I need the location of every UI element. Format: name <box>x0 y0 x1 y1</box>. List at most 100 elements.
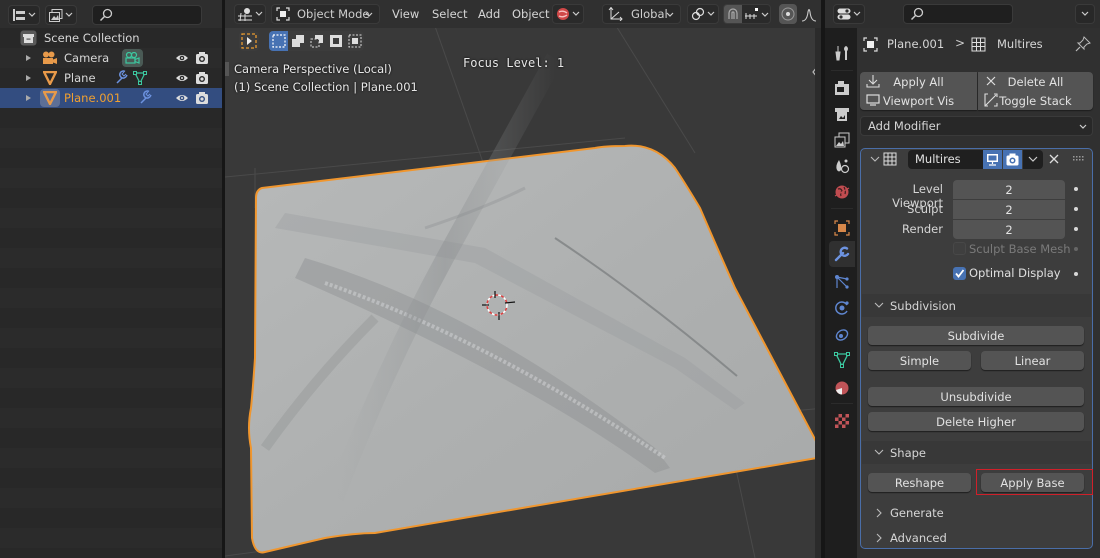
generate-subpanel-header[interactable]: Generate <box>862 501 1091 524</box>
keyframe-dot[interactable] <box>1074 227 1078 231</box>
subdivide-button[interactable]: Subdivide <box>868 326 1084 345</box>
menu-view[interactable]: View <box>392 7 419 21</box>
tab-material[interactable] <box>829 375 855 401</box>
subdivision-subpanel-header[interactable]: Subdivision <box>862 294 1091 317</box>
proportional-edit-toggle[interactable] <box>779 4 797 24</box>
wrench-icon[interactable] <box>138 90 152 105</box>
tab-particles[interactable] <box>829 269 855 295</box>
viewport-vis-button[interactable]: Viewport Vis <box>860 91 977 110</box>
mesh-data-icon[interactable] <box>133 71 147 85</box>
display-mode-dropdown[interactable] <box>8 5 40 25</box>
unsubdivide-button[interactable]: Unsubdivide <box>868 387 1084 406</box>
show-in-render-toggle[interactable] <box>1003 150 1022 169</box>
chevron-down-icon <box>255 11 263 16</box>
area-divider[interactable] <box>821 0 825 558</box>
select-invert-button[interactable] <box>326 31 345 51</box>
shape-subpanel-header[interactable]: Shape <box>862 441 1091 464</box>
eye-icon[interactable] <box>175 93 189 103</box>
camera-data-button[interactable] <box>122 49 143 67</box>
render-camera-icon[interactable] <box>195 91 209 105</box>
outliner-item-camera[interactable]: Camera <box>0 48 222 68</box>
add-modifier-dropdown[interactable]: Add Modifier <box>860 116 1093 136</box>
optimal-display-checkbox[interactable] <box>953 267 966 280</box>
outliner-item-scene-collection[interactable]: Scene Collection <box>0 28 222 48</box>
reshape-button[interactable]: Reshape <box>868 473 971 492</box>
render-camera-icon[interactable] <box>195 51 209 65</box>
wrench-icon[interactable] <box>114 70 128 85</box>
drag-handle-icon[interactable] <box>1073 156 1085 162</box>
keyframe-dot[interactable] <box>1074 247 1078 251</box>
render-level-field[interactable]: 2 <box>953 220 1065 239</box>
shading-dropdown[interactable] <box>552 4 584 24</box>
chevron-down-icon[interactable] <box>761 12 769 18</box>
select-extend-button[interactable] <box>288 31 307 51</box>
expand-arrow-icon[interactable] <box>26 75 31 81</box>
mode-dropdown[interactable]: Object Mode <box>271 4 380 24</box>
keyframe-dot[interactable] <box>1074 207 1078 211</box>
delete-higher-button[interactable]: Delete Higher <box>868 412 1084 431</box>
3d-viewport[interactable]: Object Mode View Select Add Object Globa… <box>225 0 821 558</box>
editor-type-dropdown[interactable] <box>833 4 865 24</box>
tab-physics[interactable] <box>829 295 855 321</box>
pivot-point-dropdown[interactable] <box>687 4 719 24</box>
tab-texture[interactable] <box>829 408 855 434</box>
toggle-stack-button[interactable]: Toggle Stack <box>978 91 1093 110</box>
toolbar-region-toggle[interactable] <box>225 62 229 76</box>
filter-dropdown[interactable] <box>45 5 77 25</box>
menu-object[interactable]: Object <box>512 7 549 21</box>
eye-icon[interactable] <box>175 53 189 63</box>
mesh-data-icon <box>834 352 850 368</box>
select-new-button[interactable] <box>269 31 288 51</box>
outliner-tree-icon <box>13 9 25 21</box>
apply-all-button[interactable]: Apply All <box>860 72 977 91</box>
modifier-name-input[interactable]: Multires <box>908 150 983 169</box>
eye-icon[interactable] <box>175 73 189 83</box>
sculpt-base-mesh-checkbox[interactable] <box>953 242 966 255</box>
outliner-item-plane[interactable]: Plane <box>0 68 222 88</box>
tab-scene[interactable] <box>829 153 855 179</box>
simple-button[interactable]: Simple <box>868 351 971 370</box>
tab-view-layer[interactable] <box>829 127 855 153</box>
show-in-viewport-toggle[interactable] <box>983 150 1002 169</box>
collapse-chevron-icon[interactable] <box>870 155 880 163</box>
snap-toggle[interactable] <box>724 5 742 23</box>
properties-editor-icon <box>837 8 851 20</box>
tab-object[interactable] <box>829 215 855 241</box>
sculpt-level-field[interactable]: 2 <box>953 200 1065 219</box>
expand-arrow-icon[interactable] <box>26 55 31 61</box>
tab-render[interactable] <box>829 75 855 101</box>
snap-increment-icon[interactable] <box>744 8 760 20</box>
grid-line <box>435 28 486 169</box>
tab-object-data[interactable] <box>829 347 855 373</box>
pin-icon[interactable] <box>1075 36 1091 52</box>
viewport-canvas[interactable] <box>225 28 821 558</box>
remove-modifier-x-icon[interactable] <box>1048 153 1060 165</box>
outliner-item-plane-001[interactable]: Plane.001 <box>0 88 222 108</box>
tab-world[interactable] <box>829 179 855 205</box>
falloff-curve-icon[interactable] <box>801 6 817 22</box>
tab-output[interactable] <box>829 101 855 127</box>
keyframe-dot[interactable] <box>1074 272 1078 276</box>
outliner-search-input[interactable] <box>92 5 202 25</box>
tab-modifiers[interactable] <box>829 241 855 267</box>
modifier-extras-dropdown[interactable] <box>1023 150 1043 169</box>
menu-select[interactable]: Select <box>432 7 467 21</box>
tab-constraints[interactable] <box>829 321 855 347</box>
select-subtract-button[interactable] <box>307 31 326 51</box>
expand-arrow-icon[interactable] <box>26 95 31 101</box>
render-camera-icon[interactable] <box>195 71 209 85</box>
delete-all-button[interactable]: Delete All <box>978 72 1093 91</box>
select-intersect-button[interactable] <box>345 31 364 51</box>
tab-tool[interactable] <box>829 40 855 66</box>
tool-select-button[interactable] <box>239 31 259 51</box>
editor-type-dropdown[interactable] <box>234 4 266 24</box>
transform-orientation-dropdown[interactable]: Global <box>602 4 681 24</box>
area-divider[interactable] <box>222 0 225 558</box>
properties-search-input[interactable] <box>903 4 1013 24</box>
keyframe-dot[interactable] <box>1074 187 1078 191</box>
linear-button[interactable]: Linear <box>981 351 1084 370</box>
menu-add[interactable]: Add <box>478 7 500 21</box>
options-dropdown[interactable] <box>1075 4 1095 24</box>
advanced-subpanel-header[interactable]: Advanced <box>862 526 1091 549</box>
level-viewport-field[interactable]: 2 <box>953 180 1065 199</box>
